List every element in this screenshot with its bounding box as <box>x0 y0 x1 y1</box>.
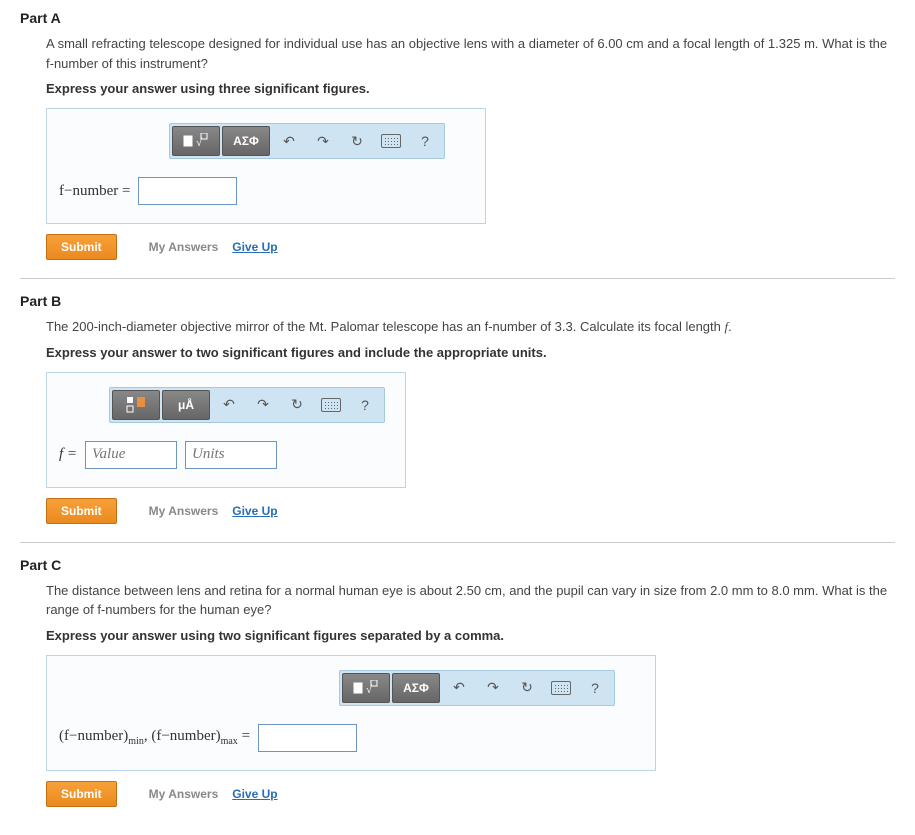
hint-button[interactable]: ? <box>578 673 612 703</box>
part-a-answer-label: f−number = <box>59 183 130 200</box>
reset-button[interactable]: ↻ <box>510 673 544 703</box>
reset-button[interactable]: ↻ <box>340 126 374 156</box>
part-a: Part A A small refracting telescope desi… <box>20 10 895 260</box>
my-answers-link[interactable]: My Answers <box>149 504 219 518</box>
part-a-title: Part A <box>20 10 895 26</box>
submit-button[interactable]: Submit <box>46 234 117 260</box>
units-symbols-button[interactable]: μÅ <box>162 390 210 420</box>
math-template-button[interactable]: √ <box>342 673 390 703</box>
part-c-answer-box: √ ΑΣΦ ↶ ↷ ↻ ? (f−number)min, (f−number)m… <box>46 655 656 771</box>
hint-button[interactable]: ? <box>408 126 442 156</box>
part-b-question: The 200-inch-diameter objective mirror o… <box>46 317 895 337</box>
part-b-toolbar: μÅ ↶ ↷ ↻ ? <box>109 387 385 423</box>
undo-button[interactable]: ↶ <box>442 673 476 703</box>
undo-button[interactable]: ↶ <box>212 390 246 420</box>
hint-button[interactable]: ? <box>348 390 382 420</box>
part-b-instruction: Express your answer to two significant f… <box>46 345 895 360</box>
my-answers-link[interactable]: My Answers <box>149 240 219 254</box>
keyboard-button[interactable] <box>374 126 408 156</box>
part-a-actions: Submit My Answers Give Up <box>46 234 895 260</box>
part-c: Part C The distance between lens and ret… <box>20 557 895 807</box>
keyboard-button[interactable] <box>544 673 578 703</box>
part-c-answer-label: (f−number)min, (f−number)max = <box>59 728 250 747</box>
part-b-answer-label: f = <box>59 446 77 463</box>
keyboard-button[interactable] <box>314 390 348 420</box>
part-c-question: The distance between lens and retina for… <box>46 581 895 620</box>
redo-button[interactable]: ↷ <box>476 673 510 703</box>
part-b: Part B The 200-inch-diameter objective m… <box>20 293 895 524</box>
redo-button[interactable]: ↷ <box>246 390 280 420</box>
undo-button[interactable]: ↶ <box>272 126 306 156</box>
redo-button[interactable]: ↷ <box>306 126 340 156</box>
part-c-toolbar: √ ΑΣΦ ↶ ↷ ↻ ? <box>339 670 615 706</box>
part-a-toolbar: √ ΑΣΦ ↶ ↷ ↻ ? <box>169 123 445 159</box>
math-template-button[interactable]: √ <box>172 126 220 156</box>
part-b-units-input[interactable] <box>185 441 277 469</box>
part-b-value-input[interactable] <box>85 441 177 469</box>
separator <box>20 278 895 279</box>
part-a-instruction: Express your answer using three signific… <box>46 81 895 96</box>
greek-letters-button[interactable]: ΑΣΦ <box>392 673 440 703</box>
part-a-answer-input[interactable] <box>138 177 237 205</box>
part-b-actions: Submit My Answers Give Up <box>46 498 895 524</box>
part-c-instruction: Express your answer using two significan… <box>46 628 895 643</box>
give-up-link[interactable]: Give Up <box>232 240 277 254</box>
part-a-question: A small refracting telescope designed fo… <box>46 34 895 73</box>
reset-button[interactable]: ↻ <box>280 390 314 420</box>
part-b-answer-box: μÅ ↶ ↷ ↻ ? f = <box>46 372 406 488</box>
part-c-answer-input[interactable] <box>258 724 357 752</box>
submit-button[interactable]: Submit <box>46 498 117 524</box>
part-c-title: Part C <box>20 557 895 573</box>
part-a-answer-box: √ ΑΣΦ ↶ ↷ ↻ ? f−number = <box>46 108 486 224</box>
greek-letters-button[interactable]: ΑΣΦ <box>222 126 270 156</box>
part-b-title: Part B <box>20 293 895 309</box>
separator <box>20 542 895 543</box>
give-up-link[interactable]: Give Up <box>232 504 277 518</box>
units-template-button[interactable] <box>112 390 160 420</box>
